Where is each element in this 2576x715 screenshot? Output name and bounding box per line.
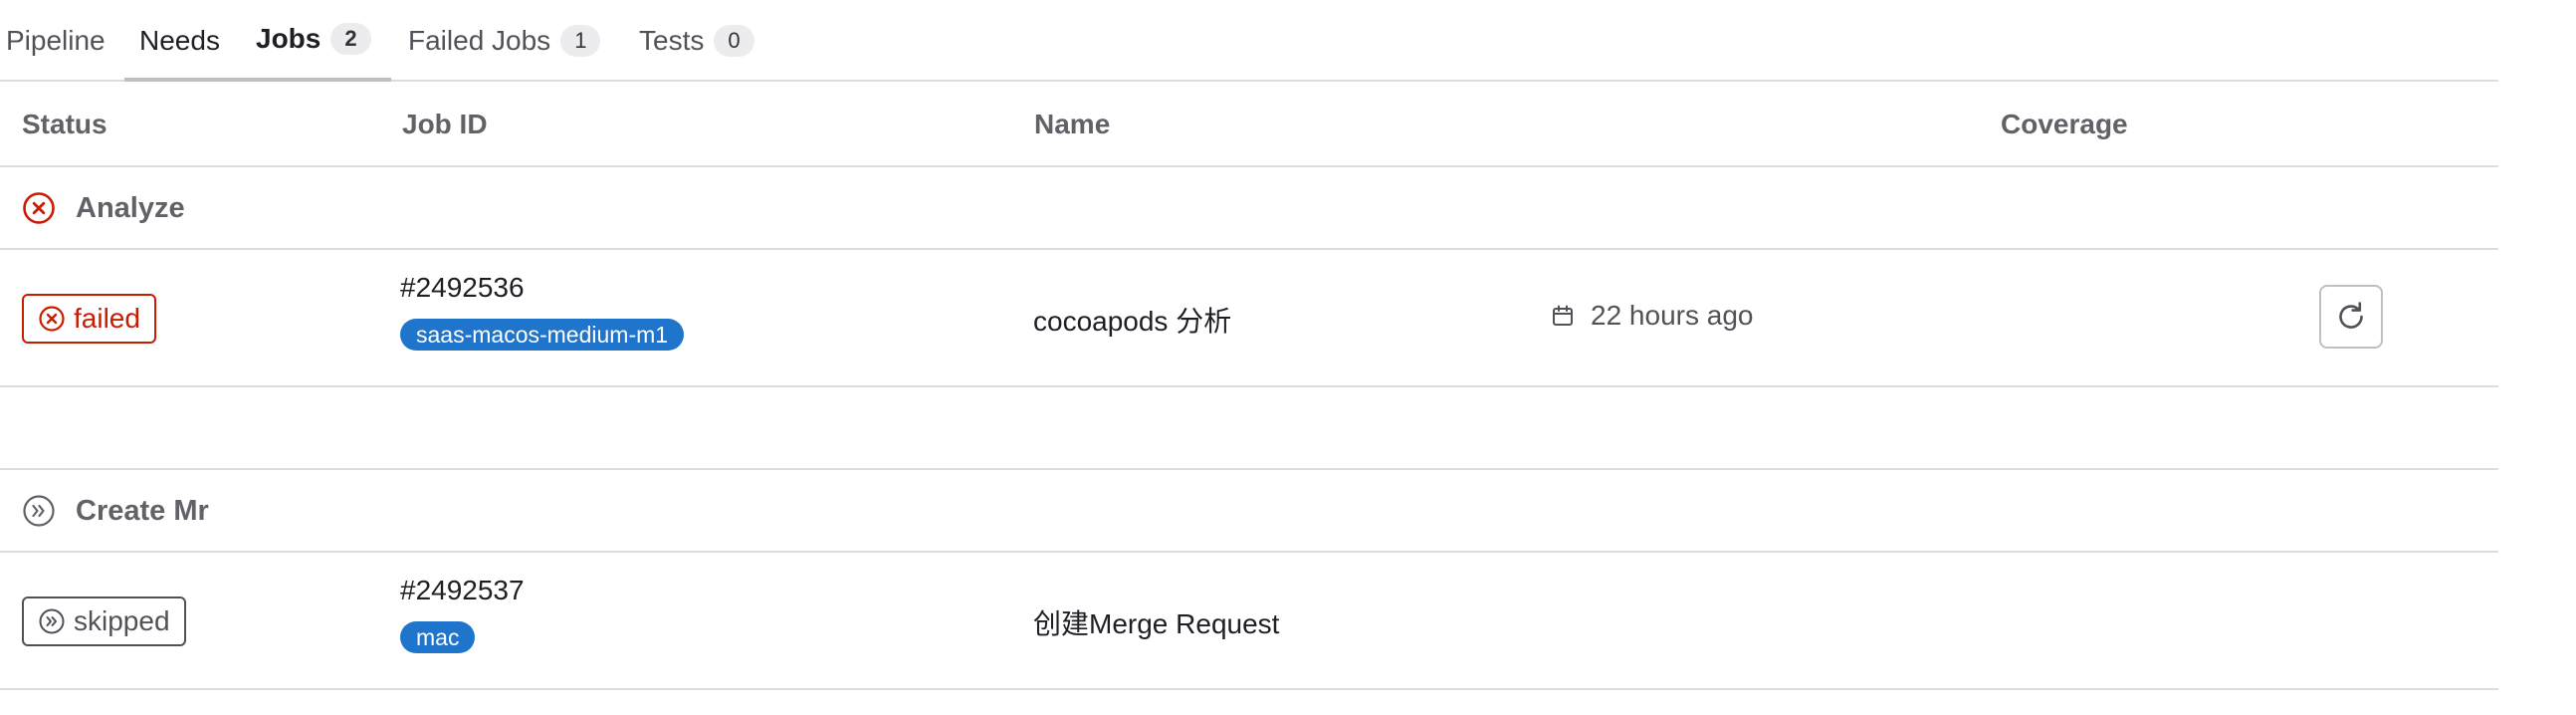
pipeline-page: Pipeline Needs Jobs 2 Failed Jobs 1 Test… (0, 0, 2498, 715)
tab-jobs-count: 2 (330, 23, 371, 55)
status-skipped-icon (39, 608, 65, 634)
pipeline-tabs: Pipeline Needs Jobs 2 Failed Jobs 1 Test… (0, 0, 2498, 82)
status-failed-icon (23, 192, 55, 224)
job-name-link[interactable]: cocoapods 分析 (1033, 300, 1231, 340)
tab-tests[interactable]: Tests 0 (639, 0, 754, 82)
table-row: failed #2492536 saas-macos-medium-m1 coc… (0, 250, 2498, 387)
status-failed-icon (39, 306, 65, 332)
header-status: Status (22, 109, 107, 139)
finished-time-label: 22 hours ago (1591, 300, 1754, 331)
runner-tag: saas-macos-medium-m1 (400, 319, 685, 351)
stage-title-label: Analyze (76, 191, 185, 224)
tab-pipeline-label: Pipeline (6, 25, 106, 56)
job-id-link[interactable]: #2492537 (400, 575, 525, 606)
tab-jobs[interactable]: Jobs 2 (124, 0, 391, 82)
stage-title-label: Create Mr (76, 494, 209, 527)
stage-title: Analyze (22, 167, 185, 249)
calendar-icon (1553, 305, 1573, 326)
retry-icon (2339, 302, 2363, 329)
tab-jobs-label: Jobs (256, 23, 322, 54)
job-name-link[interactable]: 创建Merge Request (1033, 602, 1279, 642)
header-name: Name (1034, 109, 1111, 139)
empty-row (0, 387, 2498, 470)
tab-failed-jobs-count: 1 (560, 25, 601, 57)
runner-tag: mac (400, 621, 476, 653)
status-badge-label: skipped (74, 605, 170, 636)
header-coverage: Coverage (2001, 109, 2128, 139)
header-job-id: Job ID (402, 109, 488, 139)
tab-failed-jobs[interactable]: Failed Jobs 1 (408, 0, 601, 82)
tab-tests-count: 0 (714, 25, 754, 57)
status-badge-label: failed (74, 303, 140, 334)
status-skipped-icon (23, 495, 55, 527)
status-badge[interactable]: failed (22, 294, 156, 344)
tab-failed-jobs-label: Failed Jobs (408, 25, 551, 56)
status-badge[interactable]: skipped (22, 596, 186, 646)
finished-time: 22 hours ago (1551, 300, 1753, 332)
tab-pipeline[interactable]: Pipeline (6, 0, 106, 82)
stage-title: Create Mr (22, 470, 209, 552)
job-id-link[interactable]: #2492536 (400, 272, 525, 304)
table-row: skipped #2492537 mac 创建Merge Request (0, 553, 2498, 690)
table-header: Status Job ID Name Coverage (0, 84, 2498, 167)
stage-group-row: Analyze (0, 167, 2498, 250)
retry-button[interactable] (2319, 285, 2383, 349)
stage-group-row: Create Mr (0, 470, 2498, 553)
tab-tests-label: Tests (639, 25, 705, 56)
